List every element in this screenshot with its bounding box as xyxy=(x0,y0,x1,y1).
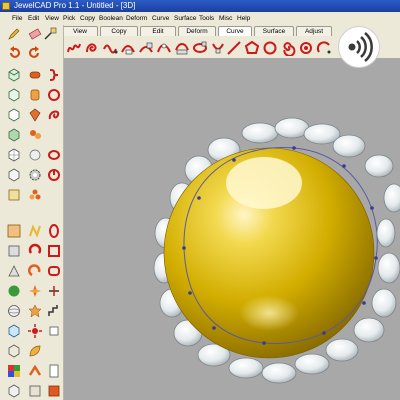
circle-icon[interactable] xyxy=(262,40,278,56)
bead-icon[interactable] xyxy=(27,147,43,163)
sphere-icon[interactable] xyxy=(6,283,22,299)
left-toolbar xyxy=(0,25,64,400)
taper-icon[interactable] xyxy=(6,263,22,279)
capsule-icon[interactable] xyxy=(27,67,43,83)
tab-adjust[interactable]: Adjust xyxy=(296,26,332,36)
tab-copy[interactable]: Copy xyxy=(100,26,138,36)
menu-help[interactable]: Help xyxy=(237,12,250,25)
menu-boolean[interactable]: Boolean xyxy=(99,12,123,25)
loop-icon[interactable] xyxy=(46,147,62,163)
menu-file[interactable]: File xyxy=(12,12,22,25)
menu-copy[interactable]: Copy xyxy=(80,12,95,25)
podcast-icon xyxy=(348,32,373,62)
wire-box-icon[interactable] xyxy=(6,343,22,359)
red-curve-icon[interactable] xyxy=(46,67,62,83)
gear-icon[interactable] xyxy=(27,167,43,183)
compass-icon[interactable] xyxy=(27,283,43,299)
hook-icon[interactable] xyxy=(27,263,43,279)
window-title: JewelCAD Pro 1.1 - Untitled - [3D] xyxy=(14,1,136,10)
curve-close-icon[interactable] xyxy=(192,40,208,56)
red-arrow-icon[interactable] xyxy=(27,243,43,259)
tab-curve[interactable]: Curve xyxy=(218,26,252,36)
menu-pick[interactable]: Pick xyxy=(63,12,75,25)
mirror-icon[interactable] xyxy=(46,283,62,299)
stepper-icon[interactable] xyxy=(46,303,62,319)
explode-icon[interactable] xyxy=(27,323,43,339)
reflection-highlight xyxy=(239,295,299,331)
page-icon[interactable] xyxy=(46,363,62,379)
menu-edit[interactable]: Edit xyxy=(28,12,39,25)
diamond-crown-front xyxy=(376,183,400,248)
leaf-icon[interactable] xyxy=(27,343,43,359)
color-palette-icon[interactable] xyxy=(6,363,22,379)
menu-misc[interactable]: Misc xyxy=(219,12,232,25)
tab-view[interactable]: View xyxy=(62,26,98,36)
ring-curve-icon[interactable] xyxy=(298,40,314,56)
arc-icon[interactable] xyxy=(316,40,332,56)
cube-icon[interactable] xyxy=(6,67,22,83)
swirl-icon[interactable] xyxy=(46,107,62,123)
ring-icon[interactable] xyxy=(46,87,62,103)
surface-cube-icon[interactable] xyxy=(6,167,22,183)
menu-deform[interactable]: Deform xyxy=(126,12,147,25)
app-icon xyxy=(2,2,10,10)
spiral-curve-icon[interactable] xyxy=(84,40,100,56)
cylinder-icon[interactable] xyxy=(27,87,43,103)
podcast-badge[interactable] xyxy=(338,26,380,68)
dial-icon[interactable] xyxy=(46,167,62,183)
polygon-icon[interactable] xyxy=(244,40,260,56)
solid-cube-icon[interactable] xyxy=(6,127,22,143)
star-icon[interactable] xyxy=(27,303,43,319)
extrude-icon[interactable] xyxy=(46,323,62,339)
bend-icon[interactable] xyxy=(27,223,43,239)
rotate-left-icon[interactable] xyxy=(6,44,22,60)
eraser-icon[interactable] xyxy=(27,26,43,42)
specular-highlight xyxy=(226,157,302,209)
mode-icon[interactable] xyxy=(42,26,58,42)
curve-edit-icon[interactable] xyxy=(120,40,136,56)
tab-deform[interactable]: Deform xyxy=(178,26,216,36)
wire-sphere-icon[interactable] xyxy=(6,303,22,319)
title-bar: JewelCAD Pro 1.1 - Untitled - [3D] xyxy=(0,0,400,12)
shell-icon[interactable] xyxy=(6,323,22,339)
freehand-curve-icon[interactable] xyxy=(66,40,82,56)
curve-smooth-icon[interactable] xyxy=(174,40,190,56)
fold-icon[interactable] xyxy=(27,363,43,379)
menu-curve[interactable]: Curve xyxy=(152,12,169,25)
box-icon[interactable] xyxy=(6,87,22,103)
lighting-icon[interactable] xyxy=(27,383,43,399)
menu-bar: File Edit View Pick Copy Boolean Deform … xyxy=(0,12,400,25)
oval-icon[interactable] xyxy=(46,223,62,239)
wave-curve-icon[interactable] xyxy=(102,40,118,56)
rotate-right-icon[interactable] xyxy=(27,44,43,60)
cube-outline-icon[interactable] xyxy=(6,107,22,123)
menu-tools[interactable]: Tools xyxy=(199,12,214,25)
render-icon[interactable] xyxy=(6,383,22,399)
line-icon[interactable] xyxy=(226,40,242,56)
gold-sphere-model xyxy=(153,117,400,384)
curve-insert-icon[interactable] xyxy=(156,40,172,56)
curve-node-icon[interactable] xyxy=(138,40,154,56)
cluster-icon[interactable] xyxy=(27,127,43,143)
viewport-3d[interactable] xyxy=(64,58,400,400)
pencil-icon[interactable] xyxy=(6,26,22,42)
rect-curve-icon[interactable] xyxy=(46,243,62,259)
spiral-icon[interactable] xyxy=(280,40,296,56)
curve-reverse-icon[interactable] xyxy=(210,40,226,56)
scale-icon[interactable] xyxy=(6,223,22,239)
frame-icon[interactable] xyxy=(6,187,22,203)
material-icon[interactable] xyxy=(46,383,62,399)
menu-surface[interactable]: Surface xyxy=(174,12,196,25)
rounded-rect-icon[interactable] xyxy=(46,263,62,279)
gem-icon[interactable] xyxy=(27,107,43,123)
mesh-icon[interactable] xyxy=(6,147,22,163)
twist-icon[interactable] xyxy=(6,243,22,259)
tab-surface[interactable]: Surface xyxy=(254,26,294,36)
flower-icon[interactable] xyxy=(27,187,43,203)
menu-view[interactable]: View xyxy=(45,12,59,25)
tab-edit[interactable]: Edit xyxy=(140,26,176,36)
